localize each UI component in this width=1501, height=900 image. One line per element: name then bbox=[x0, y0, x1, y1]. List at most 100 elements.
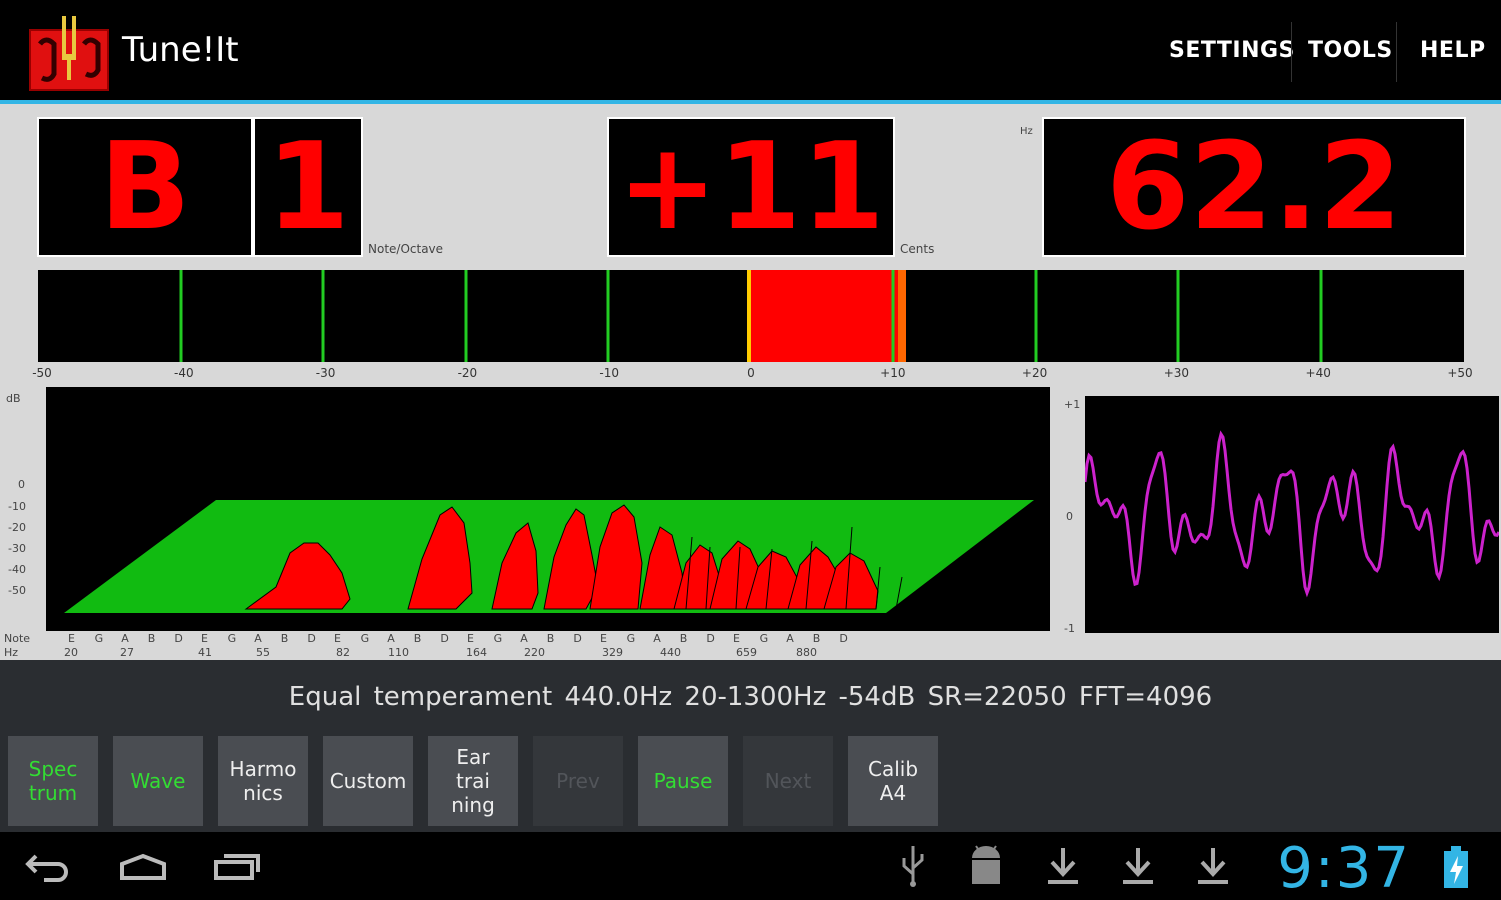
note-axis-label: E bbox=[733, 632, 740, 645]
db-tick-label: -40 bbox=[8, 563, 26, 576]
db-tick-label: -10 bbox=[8, 500, 26, 513]
cents-tick-label: -40 bbox=[173, 366, 194, 380]
menu-divider bbox=[1291, 22, 1292, 82]
cents-meter-graphic bbox=[179, 270, 1323, 362]
cents-meter bbox=[38, 270, 1464, 362]
cents-tick-label: -30 bbox=[315, 366, 336, 380]
note-axis-label: B bbox=[147, 632, 156, 645]
hz-axis-label: 440 bbox=[660, 646, 681, 659]
download-icon bbox=[1123, 848, 1153, 884]
tuner-panel: B 1 Note/Octave +11 Cents Hz 62.2 -50 -40… bbox=[0, 104, 1501, 660]
frequency-display: 62.2 bbox=[1042, 117, 1466, 257]
tuning-fork-app-icon[interactable] bbox=[28, 16, 110, 92]
wave-button[interactable]: Wave bbox=[113, 736, 203, 826]
cents-tick-label: -20 bbox=[457, 366, 478, 380]
note-axis-label: G bbox=[759, 632, 769, 645]
help-menu-item[interactable]: HELP bbox=[1420, 38, 1486, 63]
home-icon[interactable] bbox=[118, 852, 168, 880]
cents-label: Cents bbox=[900, 242, 935, 256]
note-axis-label: G bbox=[360, 632, 370, 645]
control-area: Equal temperament 440.0Hz 20-1300Hz -54d… bbox=[0, 660, 1501, 832]
hz-axis-label: 27 bbox=[120, 646, 134, 659]
note-axis-label: A bbox=[786, 632, 794, 645]
cents-tick-label: +40 bbox=[1305, 366, 1331, 380]
hz-axis-label: 329 bbox=[602, 646, 623, 659]
cents-tick-label: +10 bbox=[880, 366, 906, 380]
action-bar: Tune!It SETTINGS TOOLS HELP bbox=[0, 0, 1501, 104]
settings-menu-item[interactable]: SETTINGS bbox=[1169, 38, 1295, 63]
note-axis-label: B bbox=[679, 632, 688, 645]
android-debug-icon bbox=[972, 845, 1000, 884]
calib-a4-button[interactable]: Calib A4 bbox=[848, 736, 938, 826]
recent-apps-icon[interactable] bbox=[212, 850, 262, 882]
note-axis-label: E bbox=[68, 632, 75, 645]
hz-unit-label: Hz bbox=[1020, 126, 1033, 137]
wave-y-label: -1 bbox=[1064, 622, 1075, 635]
cents-tick-label: +50 bbox=[1447, 366, 1473, 380]
wave-y-label: +1 bbox=[1064, 398, 1081, 411]
hz-axis-label: 659 bbox=[736, 646, 757, 659]
note-axis-label: G bbox=[493, 632, 503, 645]
hz-axis-label: 55 bbox=[256, 646, 270, 659]
note-axis-label: A bbox=[121, 632, 129, 645]
battery-charging-icon bbox=[1444, 846, 1468, 888]
tools-menu-item[interactable]: TOOLS bbox=[1308, 38, 1393, 63]
db-tick-label: -30 bbox=[8, 542, 26, 555]
menu-divider bbox=[1396, 22, 1397, 82]
wave-y-label: 0 bbox=[1066, 510, 1073, 523]
app-title: Tune!It bbox=[122, 30, 239, 70]
hz-axis-label: 20 bbox=[64, 646, 78, 659]
note-axis-label: E bbox=[600, 632, 607, 645]
note-display: B bbox=[37, 117, 253, 257]
hz-axis-label: 41 bbox=[198, 646, 212, 659]
next-button[interactable]: Next bbox=[743, 736, 833, 826]
harmonics-button[interactable]: Harmo nics bbox=[218, 736, 308, 826]
note-row-label: Note bbox=[4, 632, 31, 645]
note-axis-label: E bbox=[467, 632, 474, 645]
pause-button[interactable]: Pause bbox=[638, 736, 728, 826]
back-icon[interactable] bbox=[24, 850, 72, 882]
download-icon bbox=[1198, 848, 1228, 884]
note-axis-label: G bbox=[94, 632, 104, 645]
system-clock: 9:37 bbox=[1277, 836, 1411, 900]
note-axis-label: B bbox=[812, 632, 821, 645]
usb-icon bbox=[902, 846, 924, 887]
prev-button[interactable]: Prev bbox=[533, 736, 623, 826]
note-axis-label: D bbox=[174, 632, 183, 645]
cents-tick-label: 0 bbox=[747, 366, 755, 380]
hz-row-label: Hz bbox=[4, 646, 19, 659]
note-axis-label: E bbox=[201, 632, 208, 645]
waveform-line bbox=[1083, 430, 1501, 598]
octave-display: 1 bbox=[253, 117, 363, 257]
ear-training-button[interactable]: Ear trai ning bbox=[428, 736, 518, 826]
note-axis-label: B bbox=[280, 632, 289, 645]
spectrum-waterfall bbox=[64, 500, 1034, 613]
custom-button[interactable]: Custom bbox=[323, 736, 413, 826]
note-axis-label: A bbox=[254, 632, 262, 645]
note-axis-label: D bbox=[440, 632, 449, 645]
download-icon bbox=[1048, 848, 1078, 884]
note-axis-label: G bbox=[626, 632, 636, 645]
note-axis-label: E bbox=[334, 632, 341, 645]
note-axis-label: B bbox=[546, 632, 555, 645]
cents-tick-label: -10 bbox=[599, 366, 619, 380]
note-axis-label: D bbox=[307, 632, 316, 645]
tuning-status-text: Equal temperament 440.0Hz 20-1300Hz -54d… bbox=[288, 682, 1213, 712]
spectrum-plot[interactable] bbox=[46, 387, 1050, 631]
cents-display: +11 bbox=[607, 117, 895, 257]
hz-axis-label: 164 bbox=[466, 646, 487, 659]
spectrum-button[interactable]: Spec trum bbox=[8, 736, 98, 826]
system-nav-bar bbox=[0, 832, 1501, 900]
db-unit-label: dB bbox=[6, 392, 21, 405]
note-axis-label: D bbox=[573, 632, 582, 645]
cents-tick-label: +20 bbox=[1021, 366, 1048, 380]
cents-tick-label: +30 bbox=[1163, 366, 1190, 380]
waveform-plot[interactable] bbox=[1083, 396, 1501, 633]
note-axis-label: A bbox=[653, 632, 661, 645]
db-tick-label: -20 bbox=[8, 521, 26, 534]
note-axis-label: D bbox=[706, 632, 715, 645]
note-octave-label: Note/Octave bbox=[368, 242, 444, 256]
hz-axis-label: 82 bbox=[336, 646, 350, 659]
cents-tick-label: -50 bbox=[32, 366, 52, 380]
note-axis-label: B bbox=[413, 632, 422, 645]
